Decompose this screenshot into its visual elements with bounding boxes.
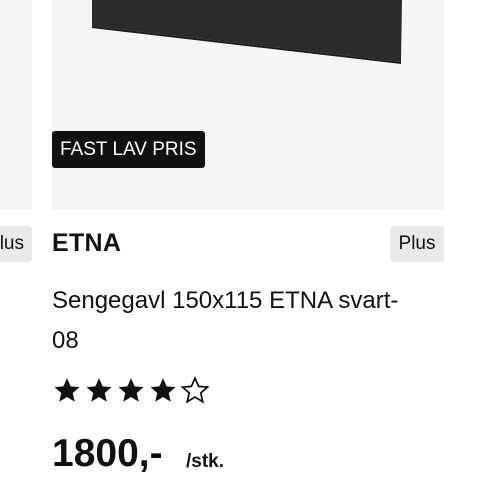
star-rating [52,374,212,406]
price-badge: FAST LAV PRIS [52,131,205,168]
product-image[interactable] [52,0,444,210]
product-price: 1800,- [52,432,163,475]
previous-product-image[interactable] [0,0,32,210]
previous-plus-badge: Plus [0,226,32,262]
star-outline-icon [180,375,210,404]
price-unit: /stk. [186,451,225,472]
product-description[interactable]: Sengegavl 150x115 ETNA svart-08 [52,281,412,361]
star-filled-icon [118,378,144,402]
product-brand[interactable]: ETNA [52,229,121,258]
headboard-image [92,0,402,64]
star-filled-icon [54,378,80,402]
star-filled-icon [150,378,176,402]
plus-badge: Plus [390,226,444,262]
star-filled-icon [86,378,112,402]
